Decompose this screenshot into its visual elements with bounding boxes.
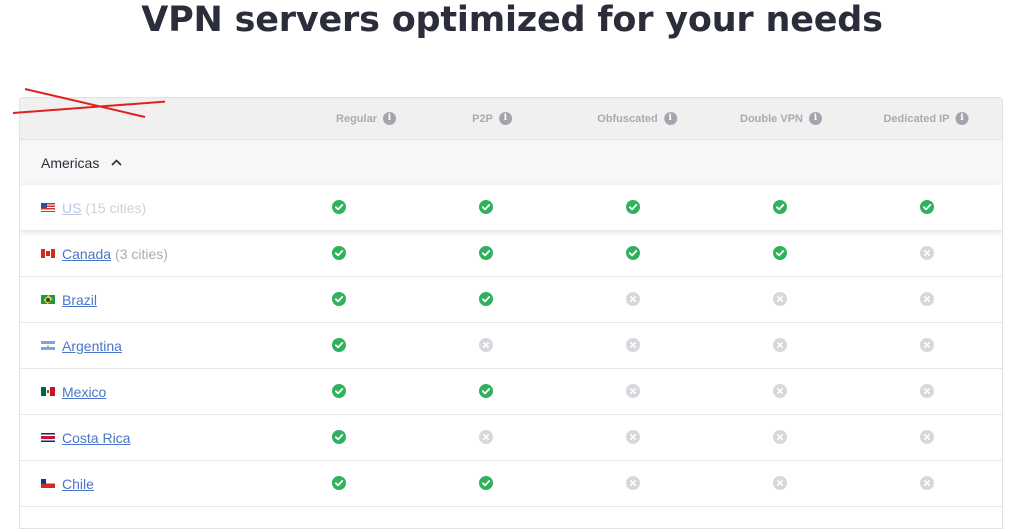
- check-circle-icon: [773, 200, 787, 214]
- table-header: Regular i P2P i Obfuscated i Double VPN …: [20, 98, 1002, 140]
- country-link[interactable]: Argentina: [62, 338, 122, 354]
- x-circle-icon: [626, 430, 640, 444]
- column-label: Double VPN: [740, 112, 803, 125]
- x-circle-icon: [479, 430, 493, 444]
- check-circle-icon: [626, 200, 640, 214]
- table-row: Argentina: [20, 323, 1002, 369]
- x-circle-icon: [773, 430, 787, 444]
- region-toggle-americas[interactable]: Americas: [20, 140, 1002, 186]
- check-circle-icon: [479, 384, 493, 398]
- check-circle-icon: [626, 246, 640, 260]
- x-circle-icon: [920, 338, 934, 352]
- table-row: Chile: [20, 461, 1002, 507]
- check-circle-icon: [479, 292, 493, 306]
- canada-flag-icon: [41, 249, 55, 258]
- check-circle-icon: [479, 246, 493, 260]
- country-cell: Chile: [41, 461, 94, 506]
- x-circle-icon: [626, 384, 640, 398]
- mexico-flag-icon: [41, 387, 55, 396]
- x-circle-icon: [773, 476, 787, 490]
- info-icon[interactable]: i: [955, 112, 969, 125]
- brazil-flag-icon: [41, 295, 55, 304]
- x-circle-icon: [920, 430, 934, 444]
- country-link[interactable]: US: [62, 200, 81, 216]
- country-list: US (15 cities) Canada (3 cities) Brazil Argen…: [20, 185, 1002, 507]
- server-table: Regular i P2P i Obfuscated i Double VPN …: [19, 97, 1003, 529]
- x-circle-icon: [626, 476, 640, 490]
- check-circle-icon: [479, 200, 493, 214]
- check-circle-icon: [332, 246, 346, 260]
- info-icon[interactable]: i: [382, 112, 396, 125]
- check-circle-icon: [332, 200, 346, 214]
- chile-flag-icon: [41, 479, 55, 488]
- column-label: Regular: [336, 112, 377, 125]
- column-header-regular: Regular i: [336, 98, 396, 139]
- check-circle-icon: [479, 476, 493, 490]
- city-count: (15 cities): [85, 199, 147, 216]
- check-circle-icon: [332, 292, 346, 306]
- column-label: Dedicated IP: [883, 112, 950, 125]
- table-row: US (15 cities): [20, 185, 1002, 231]
- check-circle-icon: [332, 476, 346, 490]
- country-link[interactable]: Brazil: [62, 292, 97, 308]
- x-circle-icon: [626, 338, 640, 352]
- column-header-p2p: P2P i: [472, 98, 512, 139]
- info-icon[interactable]: i: [808, 112, 822, 125]
- table-row: Mexico: [20, 369, 1002, 415]
- page-title: VPN servers optimized for your needs: [141, 0, 883, 40]
- us-flag-icon: [41, 203, 55, 212]
- check-circle-icon: [332, 430, 346, 444]
- info-icon[interactable]: i: [663, 112, 677, 125]
- city-count: (3 cities): [115, 245, 168, 262]
- column-header-dedicated-ip: Dedicated IP i: [883, 98, 969, 139]
- table-row: Costa Rica: [20, 415, 1002, 461]
- check-circle-icon: [920, 200, 934, 214]
- country-link[interactable]: Canada: [62, 246, 111, 262]
- x-circle-icon: [920, 476, 934, 490]
- x-circle-icon: [626, 292, 640, 306]
- country-link[interactable]: Costa Rica: [62, 430, 130, 446]
- x-circle-icon: [773, 338, 787, 352]
- x-circle-icon: [773, 292, 787, 306]
- column-header-double-vpn: Double VPN i: [740, 98, 822, 139]
- x-circle-icon: [920, 246, 934, 260]
- table-row: Brazil: [20, 277, 1002, 323]
- costa-rica-flag-icon: [41, 433, 55, 442]
- column-label: Obfuscated: [597, 112, 658, 125]
- table-row: Canada (3 cities): [20, 231, 1002, 277]
- country-cell: Mexico: [41, 369, 106, 414]
- argentina-flag-icon: [41, 341, 55, 350]
- country-link[interactable]: Chile: [62, 476, 94, 492]
- country-cell: US (15 cities): [41, 185, 146, 230]
- x-circle-icon: [479, 338, 493, 352]
- x-circle-icon: [773, 384, 787, 398]
- region-label: Americas: [41, 154, 100, 171]
- check-circle-icon: [332, 338, 346, 352]
- info-icon[interactable]: i: [498, 112, 512, 125]
- country-link[interactable]: Mexico: [62, 384, 106, 400]
- column-header-obfuscated: Obfuscated i: [597, 98, 677, 139]
- column-label: P2P: [472, 112, 493, 125]
- country-cell: Costa Rica: [41, 415, 130, 460]
- check-circle-icon: [332, 384, 346, 398]
- country-cell: Canada (3 cities): [41, 231, 168, 276]
- chevron-up-icon: [111, 159, 122, 166]
- check-circle-icon: [773, 246, 787, 260]
- country-cell: Brazil: [41, 277, 97, 322]
- x-circle-icon: [920, 384, 934, 398]
- x-circle-icon: [920, 292, 934, 306]
- country-cell: Argentina: [41, 323, 122, 368]
